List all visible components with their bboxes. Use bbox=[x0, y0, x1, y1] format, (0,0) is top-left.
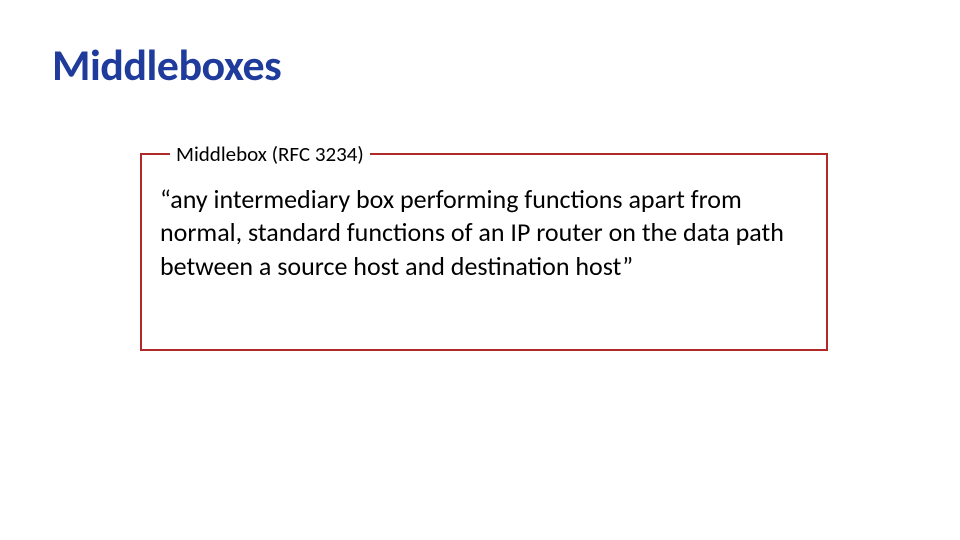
definition-box: Middlebox (RFC 3234) “any intermediary b… bbox=[140, 153, 828, 351]
definition-box-legend: Middlebox (RFC 3234) bbox=[170, 141, 370, 167]
slide-title: Middleboxes bbox=[52, 38, 281, 92]
definition-text: “any intermediary box performing functio… bbox=[160, 183, 808, 283]
